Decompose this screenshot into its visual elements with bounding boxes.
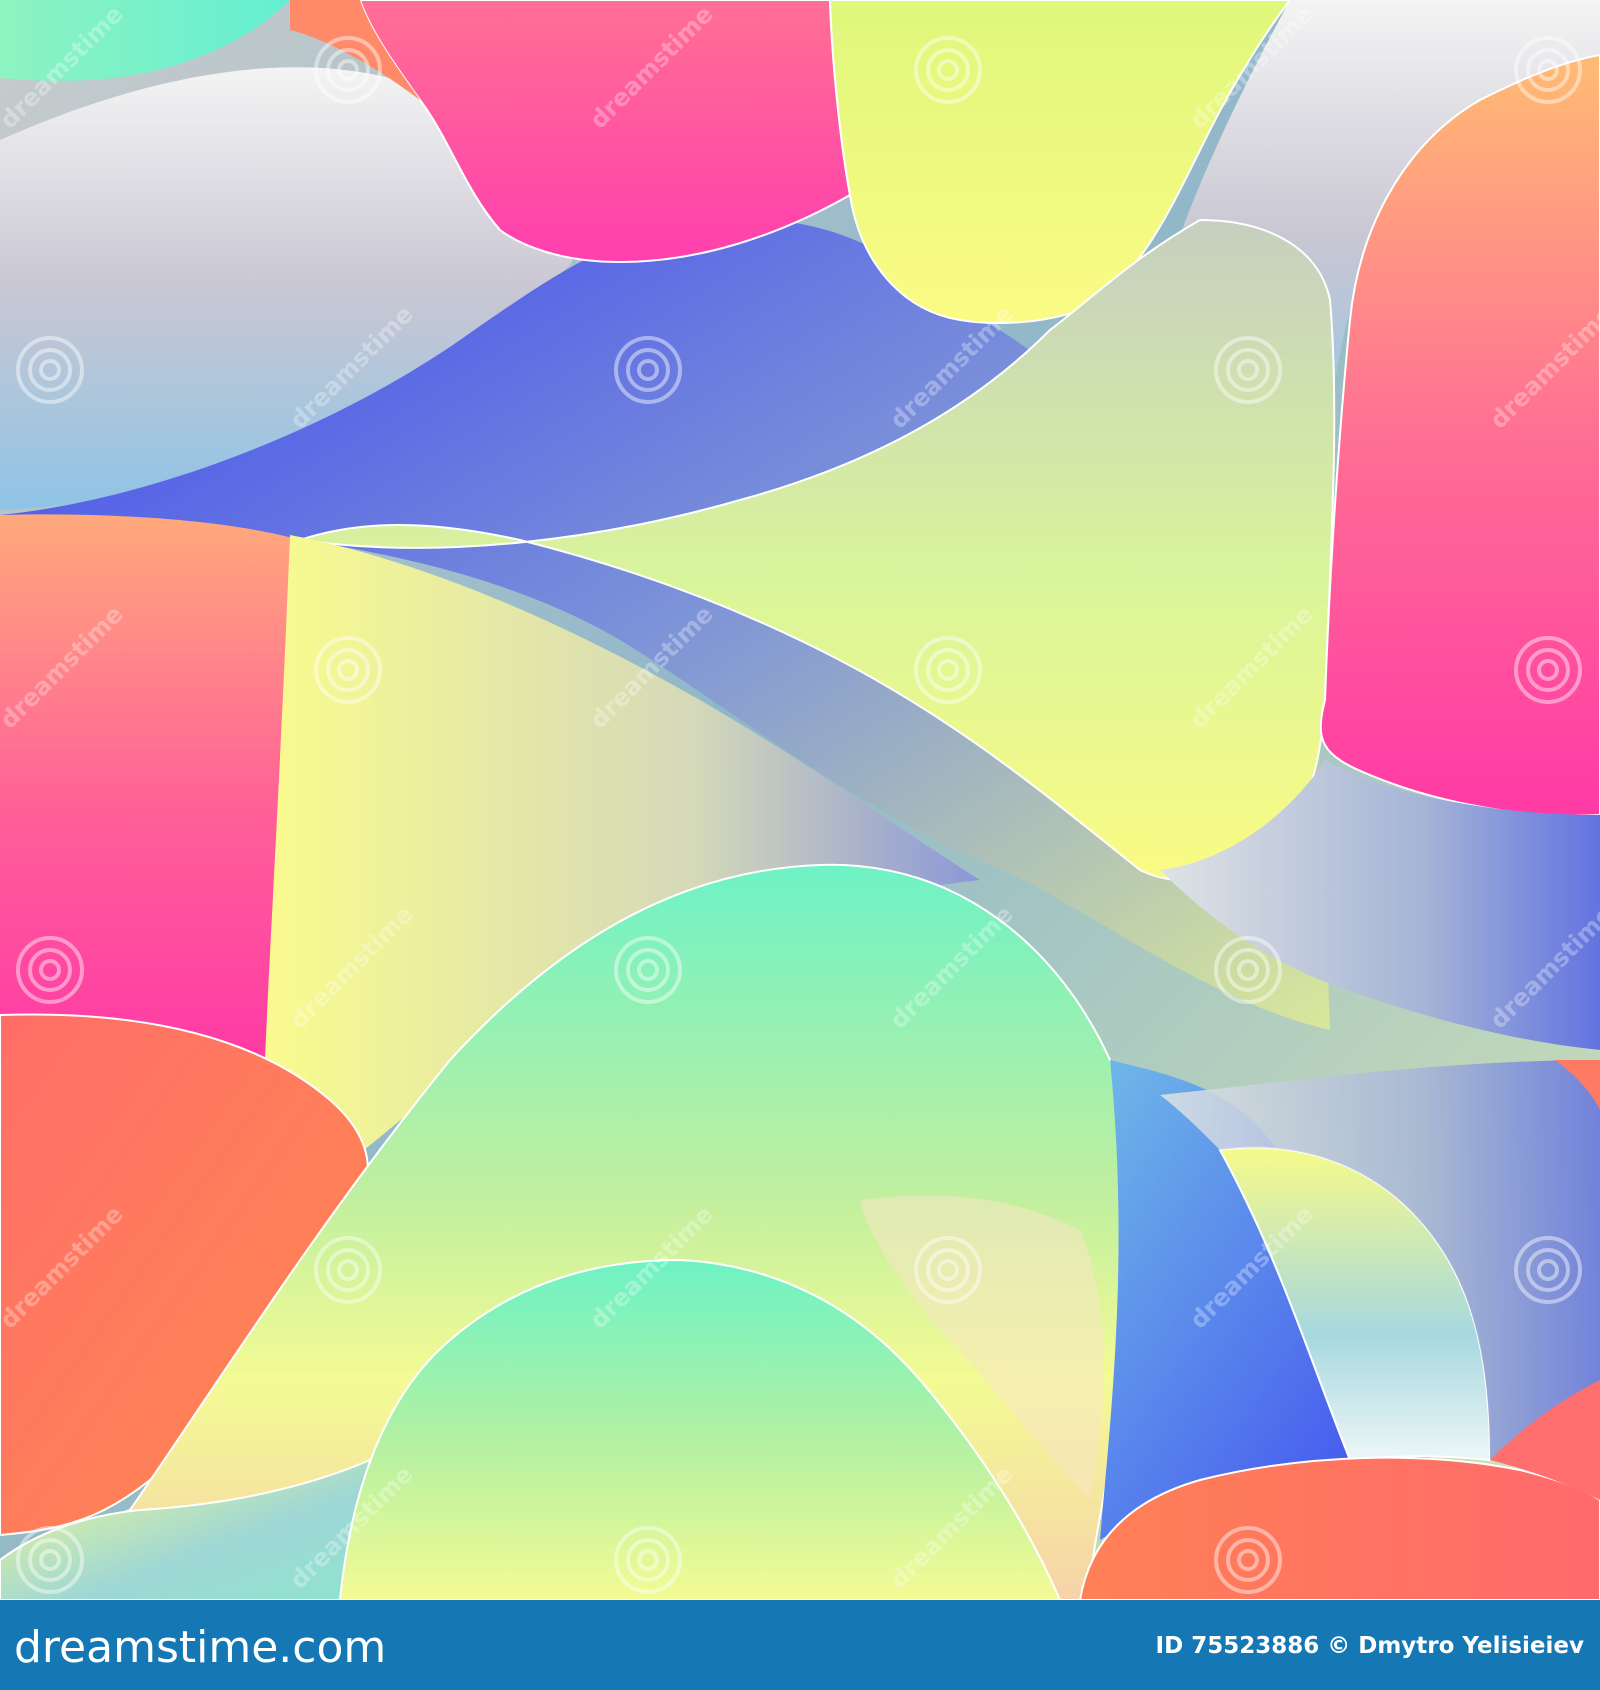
fluid-shapes-svg: dreamstime dreamstime dreamstime dreamst… [0,0,1600,1600]
footer-brand[interactable]: dreamstime.com [14,1608,386,1688]
footer-bar: dreamstime.com ID 75523886 © Dmytro Yeli… [0,1600,1600,1690]
abstract-fluid-artwork: dreamstime dreamstime dreamstime dreamst… [0,0,1600,1600]
footer-credit: ID 75523886 © Dmytro Yelisieiev [1155,1633,1584,1659]
